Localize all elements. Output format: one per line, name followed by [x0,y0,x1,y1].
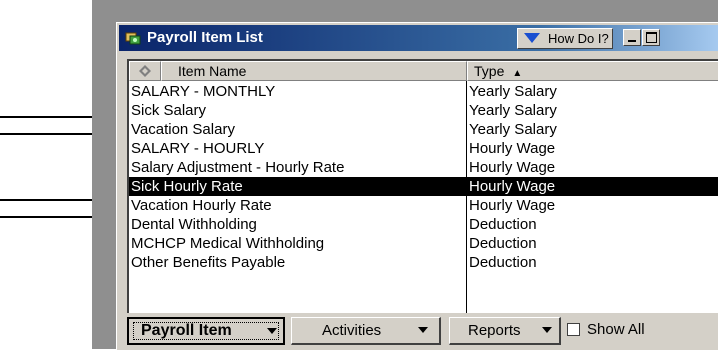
sort-ascending-icon: ▲ [512,68,523,79]
item-type: Yearly Salary [469,121,557,138]
list-item[interactable]: SALARY - HOURLY Hourly Wage [129,139,718,158]
triangle-down-icon [524,33,540,43]
list-item[interactable]: Vacation Salary Yearly Salary [129,120,718,139]
list-item[interactable]: Salary Adjustment - Hourly Rate Hourly Wa… [129,158,718,177]
header-diamond-column[interactable] [129,61,161,81]
reports-menu-button[interactable]: Reports [449,317,561,345]
item-type: Hourly Wage [469,159,556,176]
item-type: Deduction [469,216,537,233]
item-name: MCHCP Medical Withholding [131,235,325,252]
list-item[interactable]: Sick Hourly Rate Hourly Wage [129,177,718,196]
show-all-label: Show All [587,321,645,338]
list-item[interactable]: Vacation Hourly Rate Hourly Wage [129,196,718,215]
how-do-i-button[interactable]: How Do I? [517,28,613,49]
item-name: Vacation Salary [131,121,235,138]
column-header-type[interactable]: Type ▲ [467,61,718,81]
button-bar: Payroll Item Activities Reports Show All [127,317,718,347]
how-do-i-label: How Do I? [548,31,609,46]
window-title: Payroll Item List [147,29,263,46]
diamond-icon [139,65,151,77]
item-type: Hourly Wage [469,197,556,214]
item-name: SALARY - HOURLY [131,140,265,157]
item-type: Deduction [469,254,537,271]
list-item[interactable]: Sick Salary Yearly Salary [129,101,718,120]
item-name: Dental Withholding [131,216,257,233]
dropdown-arrow-icon [542,327,552,333]
activities-menu-button[interactable]: Activities [291,317,441,345]
payroll-item-list-window: Payroll Item List How Do I? Item Name Ty… [116,22,718,350]
item-name: Sick Hourly Rate [131,178,243,195]
item-name-header-label: Item Name [178,63,247,79]
minimize-icon [628,40,636,42]
item-name: Vacation Hourly Rate [131,197,272,214]
list-header: Item Name Type ▲ [129,61,718,81]
reports-label: Reports [468,322,521,339]
item-name: Other Benefits Payable [131,254,286,271]
item-type: Hourly Wage [469,140,556,157]
payroll-item-menu-button[interactable]: Payroll Item [127,317,285,345]
item-type: Yearly Salary [469,83,557,100]
dropdown-arrow-icon [267,328,277,334]
item-type: Hourly Wage [469,178,556,195]
activities-label: Activities [322,322,382,339]
item-name: Sick Salary [131,102,207,119]
payroll-app-icon [125,32,141,45]
minimize-button[interactable] [623,29,641,46]
payroll-item-label: Payroll Item [141,322,232,339]
list-rows: SALARY - MONTHLY Yearly Salary Sick Salary… [129,82,718,272]
item-name: SALARY - MONTHLY [131,83,276,100]
item-type: Yearly Salary [469,102,557,119]
list-item[interactable]: Other Benefits Payable Deduction [129,253,718,272]
item-name: Salary Adjustment - Hourly Rate [131,159,345,176]
checkbox-icon[interactable] [567,323,580,336]
maximize-icon [646,32,657,43]
list-item[interactable]: SALARY - MONTHLY Yearly Salary [129,82,718,101]
type-header-label: Type [474,63,505,79]
list-item[interactable]: MCHCP Medical Withholding Deduction [129,234,718,253]
maximize-button[interactable] [642,29,660,46]
list-item[interactable]: Dental Withholding Deduction [129,215,718,234]
payroll-item-list[interactable]: Item Name Type ▲ SALARY - MONTHLY Yearly S… [127,59,718,313]
dropdown-arrow-icon [418,327,428,333]
title-bar[interactable]: Payroll Item List How Do I? [119,25,718,51]
column-header-item-name[interactable]: Item Name [161,61,467,81]
item-type: Deduction [469,235,537,252]
